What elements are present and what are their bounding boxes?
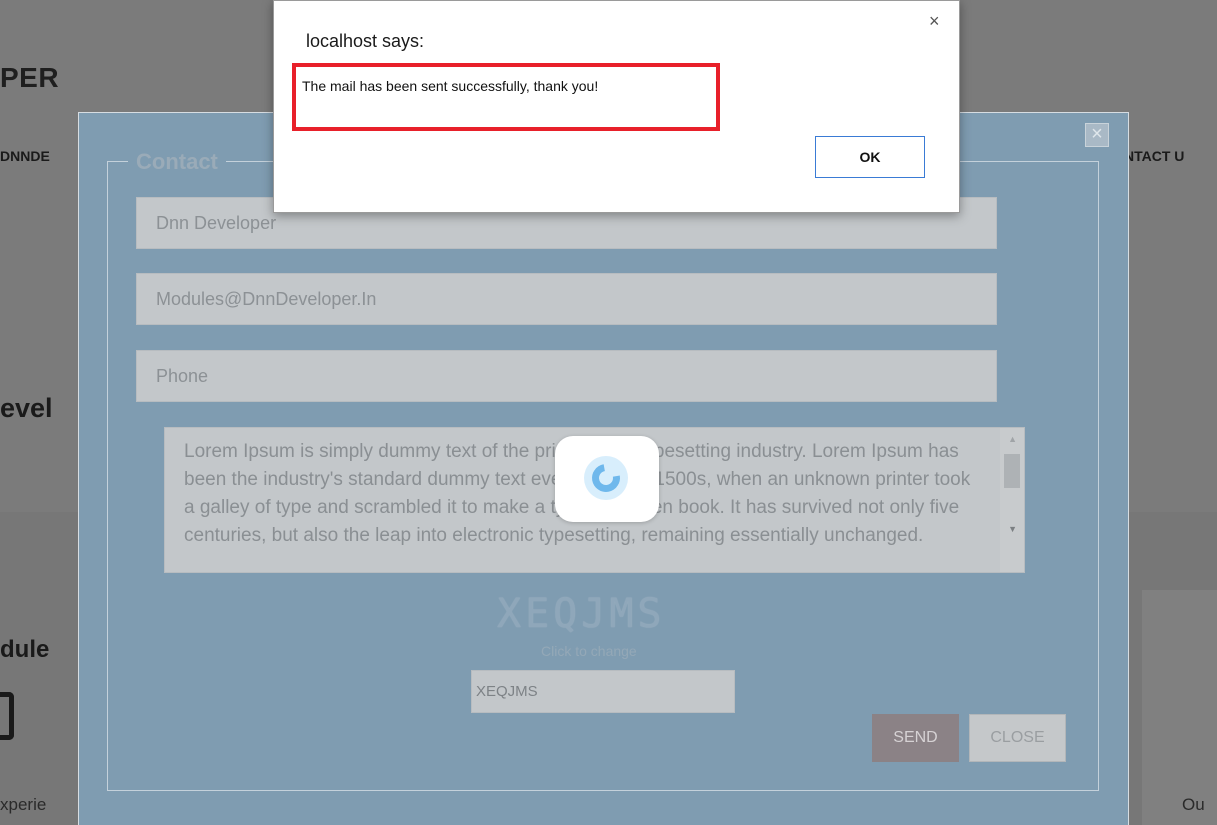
highlight-box	[292, 63, 720, 131]
site-title: PER	[0, 62, 60, 93]
loading-overlay	[555, 436, 659, 522]
body-text-right: Ou	[1182, 795, 1205, 814]
send-button[interactable]: SEND	[872, 714, 959, 762]
email-field[interactable]: Modules@DnnDeveloper.In	[136, 273, 997, 325]
scroll-down-icon[interactable]: ▼	[1008, 524, 1017, 534]
alert-message: The mail has been sent successfully, tha…	[302, 78, 599, 94]
section-heading: evel	[0, 393, 53, 423]
captcha-input[interactable]: XEQJMS	[471, 670, 735, 713]
loading-spinner-icon	[584, 456, 628, 500]
phone-icon	[0, 692, 14, 740]
content-card	[1142, 590, 1217, 825]
nav-item-contact[interactable]: NTACT U	[1124, 148, 1184, 164]
body-text-left: xperie	[0, 795, 47, 814]
browser-alert-dialog: localhost says: × The mail has been sent…	[273, 0, 960, 213]
form-legend: Contact	[128, 149, 226, 175]
scroll-up-icon[interactable]: ▲	[1008, 434, 1017, 444]
phone-field[interactable]: Phone	[136, 350, 997, 402]
scrollbar-thumb[interactable]	[1004, 454, 1020, 488]
textarea-scrollbar[interactable]: ▲ ▼	[1000, 428, 1024, 572]
captcha-image[interactable]: XEQJMS	[497, 591, 666, 637]
modal-close-icon[interactable]: ×	[1085, 123, 1109, 147]
modules-heading: dule	[0, 636, 50, 663]
close-button[interactable]: CLOSE	[969, 714, 1066, 762]
alert-title: localhost says:	[306, 31, 425, 51]
alert-close-icon[interactable]: ×	[929, 11, 940, 32]
captcha-change-link[interactable]: Click to change	[541, 643, 637, 659]
alert-ok-button[interactable]: OK	[815, 136, 925, 178]
nav-item-home[interactable]: DNNDE	[0, 148, 50, 164]
